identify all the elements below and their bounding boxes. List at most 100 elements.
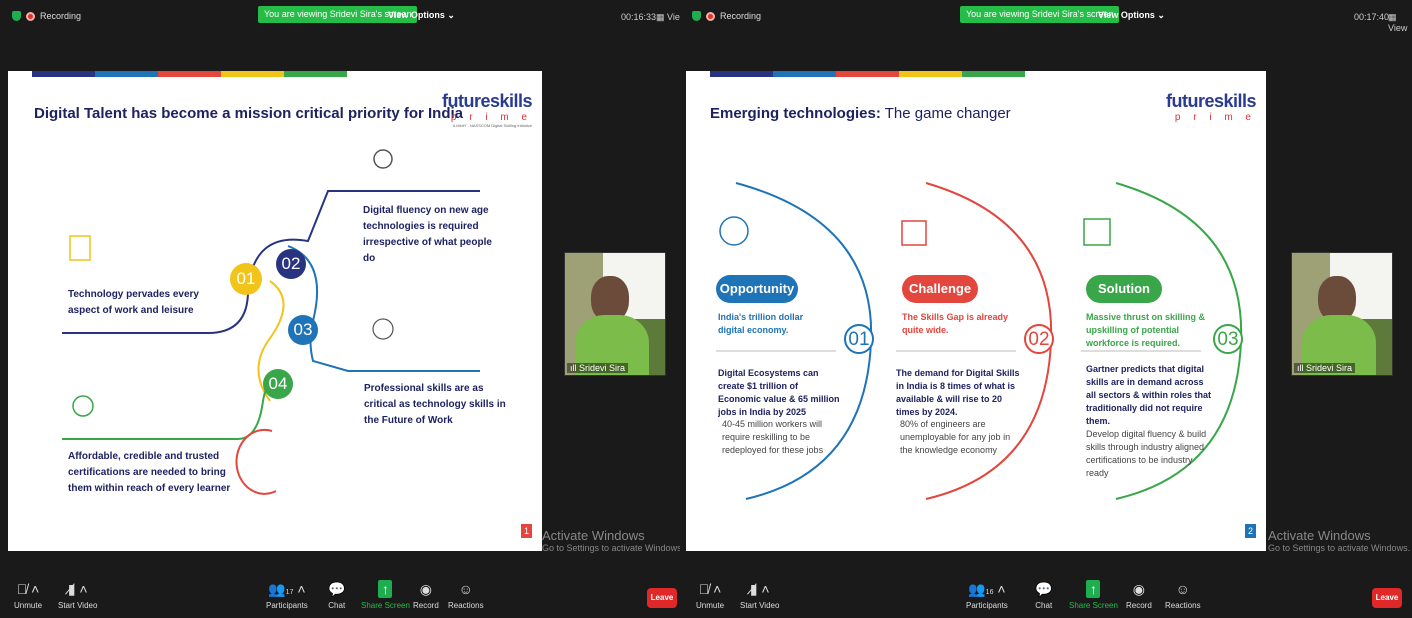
leave-button[interactable]: Leave [1372, 588, 1402, 608]
zoom-window-left: Recording You are viewing Sridevi Sira's… [0, 0, 706, 618]
record-icon: ◉ [419, 581, 432, 597]
number-02: 02 [1024, 324, 1054, 354]
recording-label: Recording [720, 11, 762, 21]
start-video-button[interactable]: ▮̸ ˄ Start Video [58, 580, 97, 610]
reactions-button[interactable]: ☺ Reactions [448, 580, 484, 610]
viewing-banner: You are viewing Sridevi Sira's screen [960, 6, 1120, 23]
leave-button[interactable]: Leave [647, 588, 677, 608]
point-01-text: Technology pervades every aspect of work… [68, 289, 199, 316]
unmute-button[interactable]: 🎙̸ ˄ Unmute [14, 580, 42, 610]
record-button[interactable]: ◉ Record [1126, 580, 1152, 610]
unmute-button[interactable]: 🎙̸ ˄ Unmute [696, 580, 724, 610]
participant-name-text: Sridevi Sira [579, 363, 626, 373]
participants-count: 16 [985, 589, 994, 596]
participants-icon: 👥16 ˄ [968, 581, 1006, 597]
record-icon: ◉ [1132, 581, 1145, 597]
participant-video[interactable]: ıll Sridevi Sira [564, 252, 666, 376]
activate-windows-watermark: Activate Windows Go to Settings to activ… [542, 528, 684, 553]
chat-button[interactable]: 💬 Chat [1035, 580, 1052, 610]
chat-icon: 💬 [1035, 581, 1053, 597]
solution-heading: Massive thrust on skilling & upskilling … [1086, 312, 1206, 348]
reactions-icon: ☺ [1175, 581, 1190, 597]
recording-indicator[interactable]: Recording [12, 11, 81, 21]
share-label: Share Screen [361, 601, 410, 610]
number-02: 02 [276, 249, 306, 279]
shield-icon [12, 11, 21, 21]
solution-bold: Gartner predicts that digital skills are… [1086, 364, 1212, 426]
unmute-label: Unmute [14, 601, 43, 610]
opportunity-body: 40-45 million workers will require reski… [722, 419, 824, 455]
participants-count: 17 [285, 589, 294, 596]
opportunity-pill: Opportunity [716, 275, 798, 303]
participant-video[interactable]: ıll Sridevi Sira [1291, 252, 1393, 376]
view-button[interactable]: ▦ View [1388, 12, 1412, 33]
shared-slide: Emerging technologies: The game changer … [686, 71, 1266, 551]
point-04-text: Affordable, credible and trusted certifi… [68, 451, 231, 494]
view-label: View [1388, 23, 1408, 33]
chat-label: Chat [328, 601, 346, 610]
record-dot-icon [26, 11, 35, 21]
participant-name: ıll Sridevi Sira [567, 363, 629, 373]
solution-pill: Solution [1086, 275, 1162, 303]
record-label: Record [413, 601, 439, 610]
start-video-button[interactable]: ▮̸ ˄ Start Video [740, 580, 779, 610]
start-video-label: Start Video [58, 601, 98, 610]
number-03: 03 [288, 315, 318, 345]
record-label: Record [1126, 601, 1152, 610]
challenge-pill: Challenge [902, 275, 978, 303]
muted-mic-icon: 🎙̸ ˄ [16, 581, 40, 597]
chat-button[interactable]: 💬 Chat [328, 580, 345, 610]
chat-icon: 💬 [328, 581, 346, 597]
participant-name-text: Sridevi Sira [1306, 363, 1353, 373]
number-01: 01 [844, 324, 874, 354]
unmute-label: Unmute [696, 601, 725, 610]
opportunity-heading: India's trillion dollar digital economy. [718, 312, 804, 335]
participants-icon: 👥17 ˄ [268, 581, 306, 597]
view-options-button[interactable]: View Options ⌄ [1098, 10, 1165, 21]
reactions-button[interactable]: ☺ Reactions [1165, 580, 1201, 610]
reactions-label: Reactions [448, 601, 484, 610]
view-options-button[interactable]: View Options ⌄ [388, 10, 455, 21]
participants-button[interactable]: 👥16 ˄ Participants [966, 580, 1008, 610]
meeting-controls: 🎙̸ ˄ Unmute ▮̸ ˄ Start Video 👥16 ˄ Particip… [680, 574, 1412, 618]
activate-sub: Go to Settings to activate Windows. [1268, 543, 1411, 553]
activate-sub: Go to Settings to activate Windows. [542, 543, 685, 553]
opportunity-bold: Digital Ecosystems can create $1 trillio… [718, 368, 840, 417]
video-off-icon: ▮̸ ˄ [67, 581, 88, 597]
record-dot-icon [706, 11, 715, 21]
challenge-bold: The demand for Digital Skills in India i… [896, 368, 1020, 417]
reactions-icon: ☺ [458, 581, 473, 597]
participants-label: Participants [966, 601, 1008, 610]
challenge-heading: The Skills Gap is already quite wide. [902, 312, 1009, 335]
meeting-controls: 🎙̸ ˄ Unmute ▮̸ ˄ Start Video 👥17 ˄ Particip… [0, 574, 706, 618]
activate-windows-watermark: Activate Windows Go to Settings to activ… [1268, 528, 1410, 553]
share-screen-icon: ↑ [1086, 580, 1101, 598]
top-bar: Recording You are viewing Sridevi Sira's… [0, 0, 706, 32]
participants-label: Participants [266, 601, 308, 610]
shield-icon [692, 11, 701, 21]
share-screen-button[interactable]: ↑ Share Screen [1069, 580, 1118, 610]
participants-button[interactable]: 👥17 ˄ Participants [266, 580, 308, 610]
challenge-body: 80% of engineers are unemployable for an… [900, 419, 1011, 455]
meeting-timer: 00:17:40 [1354, 12, 1390, 22]
number-03: 03 [1213, 324, 1243, 354]
recording-indicator[interactable]: Recording [692, 11, 761, 21]
zoom-window-right: Recording You are viewing Sridevi Sira's… [680, 0, 1412, 618]
shared-slide: Digital Talent has become a mission crit… [8, 71, 542, 551]
share-screen-button[interactable]: ↑ Share Screen [361, 580, 410, 610]
activate-title: Activate Windows [542, 528, 645, 543]
page-number: 2 [1245, 524, 1256, 538]
video-off-icon: ▮̸ ˄ [749, 581, 770, 597]
share-label: Share Screen [1069, 601, 1118, 610]
muted-mic-icon: 🎙̸ ˄ [698, 581, 722, 597]
record-button[interactable]: ◉ Record [413, 580, 439, 610]
top-bar: Recording You are viewing Sridevi Sira's… [680, 0, 1412, 33]
activate-title: Activate Windows [1268, 528, 1371, 543]
participant-name: ıll Sridevi Sira [1294, 363, 1356, 373]
start-video-label: Start Video [740, 601, 780, 610]
number-04: 04 [263, 369, 293, 399]
solution-body: Develop digital fluency & build skills t… [1086, 429, 1207, 478]
meeting-timer: 00:16:33 [621, 12, 657, 22]
point-02-text: Digital fluency on new age technologies … [363, 205, 492, 264]
chat-label: Chat [1035, 601, 1053, 610]
